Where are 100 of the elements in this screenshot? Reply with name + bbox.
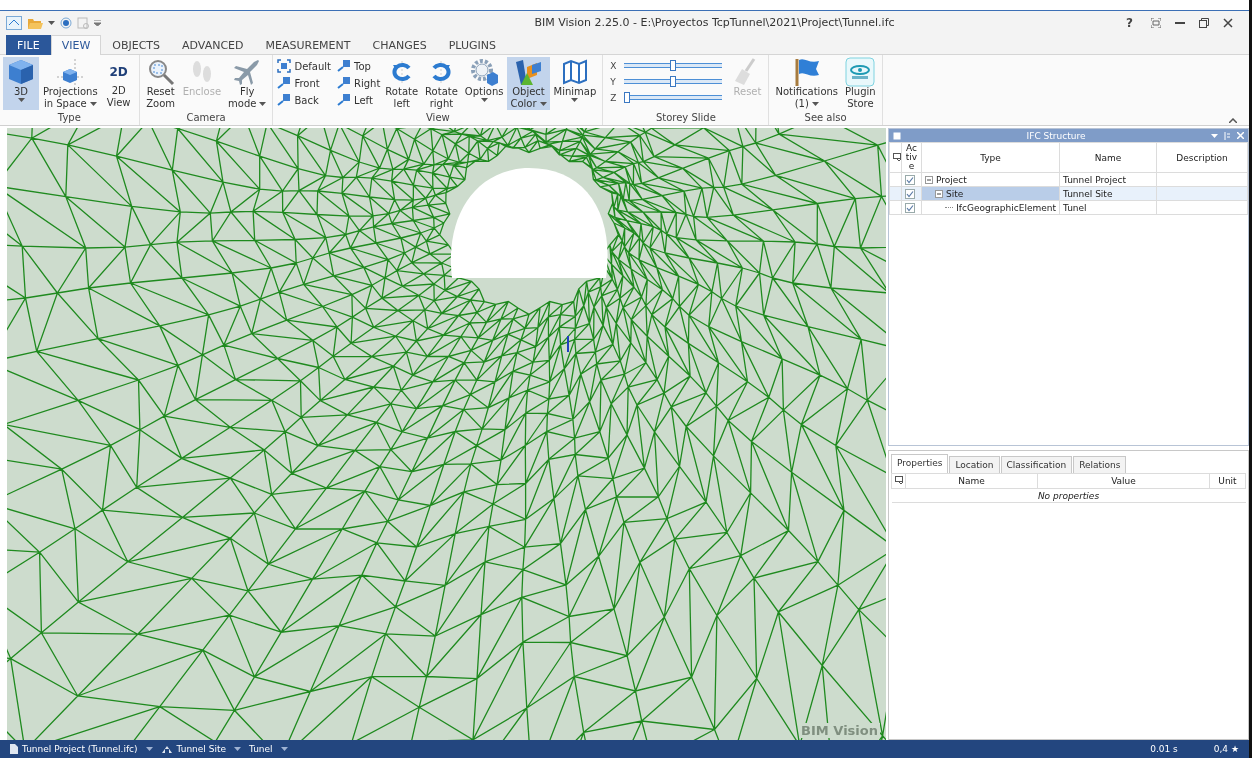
render-time: 0.01 s [1150, 744, 1178, 754]
caret-icon [89, 101, 97, 106]
minimize-icon [1175, 21, 1185, 24]
column-header[interactable]: Unit [1209, 473, 1246, 489]
checkbox[interactable] [905, 188, 915, 199]
group-label: View [425, 112, 451, 125]
view-2d-icon: 2D [109, 64, 128, 79]
restore-icon [1199, 17, 1209, 28]
breadcrumb-item[interactable]: Tunnel Site [160, 744, 226, 754]
panel-title: IFC Structure [1025, 130, 1087, 141]
ribbon-button[interactable]: Projections in Space [40, 57, 101, 110]
ribbon-tab[interactable]: VIEW [50, 35, 102, 55]
caret-icon [48, 20, 55, 25]
panel-tab[interactable]: Properties [891, 454, 949, 473]
view-button[interactable]: Default [276, 59, 332, 73]
collapse-ribbon-icon [1229, 118, 1237, 123]
caret-icon [280, 747, 288, 751]
ribbon-button[interactable]: Reset Zoom [142, 57, 179, 110]
view-button[interactable]: Back [276, 93, 332, 107]
caret-icon [480, 98, 488, 102]
viewer-watermark: BIM Vision [799, 723, 880, 738]
ribbon-button[interactable]: 2D 2D View [101, 57, 136, 110]
slider-thumb[interactable] [624, 92, 631, 103]
group-label: Camera [185, 112, 227, 125]
cube-projection-icon [55, 57, 86, 87]
site-icon [160, 744, 173, 754]
caret-icon [259, 101, 267, 106]
column-header[interactable]: Value [1037, 473, 1210, 489]
ribbon-button[interactable]: Object Color [507, 57, 550, 110]
panel-tab[interactable]: Relations [1073, 456, 1127, 473]
file-tab[interactable]: FILE [6, 35, 51, 55]
caret-icon [811, 101, 819, 106]
view-button[interactable]: Left [336, 93, 382, 107]
type-cell: IfcGeographicElement [956, 202, 1056, 213]
type-cell: Project [936, 174, 967, 185]
column-header[interactable]: Name [1059, 142, 1157, 173]
slider-label: Z [610, 92, 617, 103]
storey-slider[interactable] [624, 92, 723, 103]
ribbon-tab[interactable]: CHANGES [361, 35, 438, 55]
axis-marker-icon [567, 335, 569, 353]
window-title: BIM Vision 2.25.0 - E:\Proyectos TcpTunnel\2021\Project\Tunnel.ifc [533, 16, 896, 29]
close-icon [1237, 132, 1244, 139]
app-logo-icon [6, 15, 22, 30]
tree-row[interactable]: Site Tunnel Site [889, 186, 1248, 201]
tree-row[interactable]: IfcGeographicElement Tunel [889, 200, 1248, 215]
caret-icon [17, 98, 25, 102]
ribbon-tab[interactable]: MEASUREMENT [254, 35, 362, 55]
group-label: See also [803, 112, 848, 125]
caret-icon [145, 747, 153, 751]
checkbox[interactable] [905, 202, 915, 213]
cube-icon [6, 57, 36, 87]
ribbon-button[interactable]: Options [461, 57, 507, 110]
breadcrumb-item[interactable]: Tunel [249, 744, 273, 754]
group-label: Storey Slide [654, 112, 717, 125]
view-button[interactable]: Right [336, 76, 382, 90]
cube-arrow-icon [337, 59, 351, 73]
empty-message: No properties [1037, 490, 1100, 501]
ribbon-button[interactable]: Minimap [550, 57, 600, 110]
full-screen-icon [1151, 17, 1161, 28]
plugin-store-icon [845, 57, 876, 87]
disabled-document-icon [77, 16, 89, 29]
document-icon [10, 744, 18, 754]
ribbon-button[interactable]: Rotate left [382, 57, 422, 110]
column-header[interactable]: Active [901, 142, 922, 173]
tree-row[interactable]: Project Tunnel Project [889, 172, 1248, 187]
view-button[interactable]: Front [276, 76, 332, 90]
ribbon-button[interactable]: 3D [3, 57, 39, 110]
close-icon [1223, 17, 1233, 28]
caret-icon [234, 747, 241, 751]
column-header[interactable]: Type [921, 142, 1060, 173]
colored-shapes-icon [513, 57, 544, 87]
cube-arrow-icon [337, 93, 351, 107]
customize-caret-icon [94, 19, 101, 26]
ribbon-button[interactable]: Fly mode [225, 57, 270, 110]
slider-label: Y [610, 76, 616, 87]
column-header[interactable]: Description [1156, 142, 1248, 173]
view-button[interactable]: Top [336, 59, 382, 73]
column-chooser-icon [895, 476, 903, 484]
panel-tab[interactable]: Location [949, 456, 1000, 473]
breadcrumb-item[interactable]: Tunnel Project (Tunnel.ifc) [10, 744, 138, 754]
record-icon [60, 16, 72, 29]
name-cell: Tunel [1063, 202, 1087, 213]
slider-thumb[interactable] [670, 60, 677, 71]
ribbon-tab[interactable]: ADVANCED [171, 35, 255, 55]
group-label: Type [56, 112, 82, 125]
cube-arrow-icon [277, 76, 292, 90]
help-button[interactable]: ? [1122, 15, 1137, 30]
slider-thumb[interactable] [669, 76, 676, 87]
ribbon-button[interactable]: Plugin Store [842, 57, 879, 110]
ribbon-button[interactable]: Rotate right [422, 57, 461, 110]
checkbox[interactable] [905, 174, 915, 185]
caret-icon [539, 101, 547, 106]
ribbon-tab[interactable]: PLUGINS [437, 35, 507, 55]
column-header[interactable]: Name [905, 473, 1038, 489]
frame-cube-icon [277, 59, 292, 73]
panel-menu-icon [893, 131, 901, 140]
ribbon-tab[interactable]: OBJECTS [101, 35, 172, 55]
ribbon-button[interactable]: Notifications (1) [772, 57, 842, 110]
panel-tab[interactable]: Classification [1000, 456, 1073, 473]
name-cell: Tunnel Site [1063, 188, 1113, 199]
